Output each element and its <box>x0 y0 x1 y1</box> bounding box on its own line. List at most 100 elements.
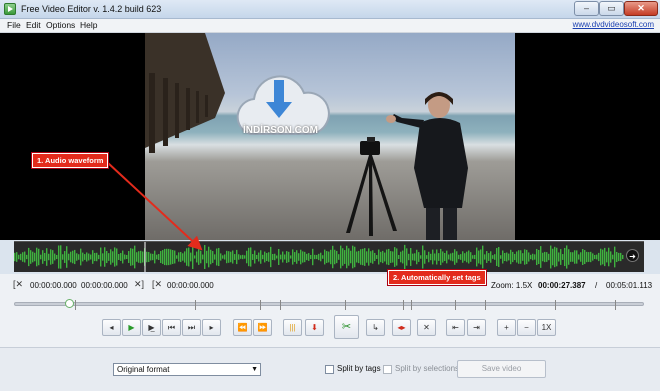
tag-marker[interactable] <box>280 300 281 310</box>
waveform-bar <box>218 247 220 267</box>
timeline[interactable] <box>0 296 660 312</box>
seek-start-button[interactable]: ⇤ <box>446 319 465 336</box>
waveform-bar <box>188 247 190 267</box>
waveform-bar <box>230 251 232 263</box>
waveform-bar <box>208 246 210 268</box>
waveform-bar <box>478 250 480 264</box>
next-marker-icon[interactable]: [✕ <box>152 279 162 290</box>
zoom-reset-button[interactable]: 1X <box>537 319 556 336</box>
waveform-bar <box>234 254 236 260</box>
zoom-out-button[interactable]: − <box>517 319 536 336</box>
minimize-button[interactable]: – <box>574 1 599 16</box>
selection-end-time: 00:00:00.000 <box>81 281 128 290</box>
tag-marker[interactable] <box>75 300 76 310</box>
menu-file[interactable]: File <box>7 20 21 30</box>
waveform-bar <box>118 254 120 260</box>
waveform-bar <box>190 252 192 262</box>
tag-marker[interactable] <box>260 300 261 310</box>
title-bar: Free Video Editor v. 1.4.2 build 623 – ▭… <box>0 0 660 19</box>
waveform-bar <box>612 254 614 260</box>
waveform-bar <box>280 254 282 260</box>
waveform-bar <box>580 252 582 262</box>
waveform-bar <box>110 249 112 265</box>
menu-edit[interactable]: Edit <box>26 20 41 30</box>
split-by-tags-checkbox[interactable] <box>325 365 334 374</box>
waveform-bar <box>436 249 438 265</box>
waveform-bar <box>530 254 532 260</box>
waveform-bar <box>142 251 144 263</box>
tag-marker[interactable] <box>455 300 456 310</box>
waveform-bar <box>566 245 568 269</box>
tag-marker[interactable] <box>615 300 616 310</box>
waveform-bar <box>360 249 362 265</box>
waveform-bar <box>296 250 298 264</box>
menu-options[interactable]: Options <box>46 20 75 30</box>
tag-marker[interactable] <box>485 300 486 310</box>
tag-marker[interactable] <box>345 300 346 310</box>
mark-selection-button[interactable]: ◂▸ <box>392 319 411 336</box>
waveform-bar <box>620 252 622 262</box>
auto-tags-button[interactable]: ||| <box>283 319 302 336</box>
prev-frame-button[interactable]: ◂ <box>102 319 121 336</box>
playhead-handle[interactable] <box>65 299 75 308</box>
waveform-bar <box>616 251 618 263</box>
waveform-scroll-icon[interactable]: ➜ <box>626 249 639 262</box>
waveform-bar <box>268 252 270 262</box>
tag-marker[interactable] <box>411 300 412 310</box>
waveform-bar <box>406 248 408 266</box>
end-marker-icon[interactable]: ✕] <box>134 279 144 290</box>
menu-help[interactable]: Help <box>80 20 97 30</box>
close-button[interactable]: ✕ <box>624 1 658 16</box>
audio-waveform[interactable] <box>14 241 644 272</box>
waveform-bar <box>444 252 446 262</box>
waveform-bar <box>456 251 458 263</box>
prev-marker-button[interactable]: ⏪ <box>233 319 252 336</box>
tag-marker[interactable] <box>555 300 556 310</box>
waveform-bar <box>62 254 64 260</box>
delete-button[interactable]: ✕ <box>417 319 436 336</box>
play-selection-button[interactable]: ▶̲ <box>142 319 161 336</box>
rotate-button[interactable]: ↳ <box>366 319 385 336</box>
waveform-bar <box>18 254 20 260</box>
output-format-select[interactable]: Original format ▼ <box>113 363 261 376</box>
cut-button[interactable]: ✂ <box>334 315 359 339</box>
waveform-bar <box>476 247 478 267</box>
save-video-button[interactable]: Save video <box>457 360 546 378</box>
go-end-button[interactable]: ⏭ <box>182 319 201 336</box>
go-start-button[interactable]: ⏮ <box>162 319 181 336</box>
waveform-bar <box>554 246 556 268</box>
waveform-bar <box>326 251 328 263</box>
menu-bar: File Edit Options Help www.dvdvideosoft.… <box>0 19 660 33</box>
waveform-bar <box>94 252 96 262</box>
waveform-bar <box>182 253 184 261</box>
timeline-track[interactable] <box>14 299 644 310</box>
waveform-bar <box>594 254 596 260</box>
next-frame-button[interactable]: ▸ <box>202 319 221 336</box>
waveform-bar <box>168 248 170 266</box>
waveform-bar <box>440 248 442 266</box>
seek-end-button[interactable]: ⇥ <box>467 319 486 336</box>
waveform-bar <box>312 248 314 266</box>
tag-marker[interactable] <box>403 300 404 310</box>
waveform-bar <box>58 245 60 269</box>
zoom-in-button[interactable]: + <box>497 319 516 336</box>
start-marker-icon[interactable]: [✕ <box>13 279 23 290</box>
waveform-bar <box>534 254 536 260</box>
split-by-selections-checkbox[interactable] <box>383 365 392 374</box>
waveform-bar <box>330 249 332 265</box>
maximize-button[interactable]: ▭ <box>599 1 624 16</box>
tag-marker[interactable] <box>195 300 196 310</box>
waveform-bar <box>46 248 48 266</box>
download-icon: ⬇ <box>311 323 318 332</box>
website-link[interactable]: www.dvdvideosoft.com <box>573 20 654 29</box>
waveform-bar <box>342 248 344 266</box>
waveform-bar <box>222 255 224 259</box>
play-button[interactable]: ▶ <box>122 319 141 336</box>
prev-marker-icon: ⏪ <box>237 323 248 332</box>
waveform-bar <box>550 245 552 269</box>
download-button[interactable]: ⬇ <box>305 319 324 336</box>
next-marker-button[interactable]: ⏩ <box>253 319 272 336</box>
waveform-bar <box>52 250 54 264</box>
waveform-bar <box>508 253 510 261</box>
waveform-bar <box>428 251 430 263</box>
